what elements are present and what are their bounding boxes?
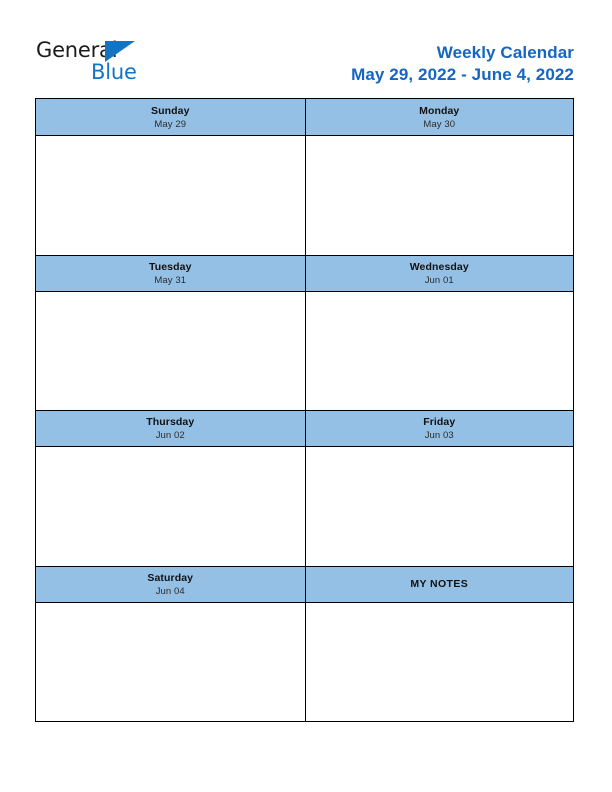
day-date: Jun 03 (424, 430, 454, 441)
title-block: Weekly Calendar May 29, 2022 - June 4, 2… (351, 42, 574, 86)
calendar-header-row: Saturday Jun 04 MY NOTES (36, 565, 574, 602)
notes-content[interactable] (304, 602, 573, 721)
day-date: Jun 04 (155, 585, 185, 597)
notes-label: MY NOTES (410, 578, 469, 590)
day-name: Saturday (147, 571, 194, 584)
day-date: Jun 02 (155, 430, 185, 441)
day-header-thursday[interactable]: Thursday Jun 02 (36, 411, 305, 446)
day-name: Monday (419, 104, 460, 117)
day-name: Tuesday (148, 260, 192, 273)
day-date: Jun 01 (424, 274, 454, 286)
day-content-tuesday[interactable] (36, 291, 305, 410)
day-name: Friday (423, 416, 456, 428)
date-range: May 29, 2022 - June 4, 2022 (351, 65, 574, 84)
day-name: Thursday (146, 416, 195, 428)
triangle-icon (105, 41, 135, 62)
calendar-header-row: Sunday May 29 Monday May 30 (36, 99, 573, 135)
general-blue-logo: General Blue (36, 38, 196, 86)
calendar-header-row: Thursday Jun 02 Friday Jun 03 (36, 410, 573, 446)
calendar-grid: Sunday May 29 Monday May 30 Tuesday May … (35, 98, 574, 722)
day-header-friday[interactable]: Friday Jun 03 (304, 411, 574, 446)
day-header-monday[interactable]: Monday May 30 (304, 99, 574, 135)
day-content-monday[interactable] (304, 136, 573, 255)
day-content-friday[interactable] (304, 447, 573, 566)
day-content-wednesday[interactable] (304, 291, 573, 410)
day-content-sunday[interactable] (36, 136, 305, 255)
calendar-body-row (36, 601, 573, 721)
calendar-header-row: Tuesday May 31 Wednesday Jun 01 (36, 254, 574, 291)
day-name: Sunday (150, 104, 190, 117)
page-header: General Blue Weekly Calendar May 29, 202… (0, 0, 612, 96)
page-title: Weekly Calendar (436, 43, 574, 62)
day-header-tuesday[interactable]: Tuesday May 31 (36, 256, 305, 291)
day-date: May 30 (423, 118, 456, 130)
calendar-body-row (36, 290, 573, 410)
day-header-wednesday[interactable]: Wednesday Jun 01 (304, 255, 574, 291)
logo-text-blue: Blue (91, 60, 137, 84)
day-name: Wednesday (409, 260, 469, 273)
notes-header[interactable]: MY NOTES (304, 566, 574, 602)
calendar-body-row (36, 446, 573, 566)
calendar-body-row (36, 135, 573, 255)
day-date: May 31 (154, 274, 187, 286)
calendar-page: General Blue Weekly Calendar May 29, 202… (0, 0, 612, 792)
day-content-thursday[interactable] (36, 447, 305, 566)
day-header-saturday[interactable]: Saturday Jun 04 (36, 567, 305, 602)
day-header-sunday[interactable]: Sunday May 29 (36, 99, 305, 135)
day-content-saturday[interactable] (36, 602, 305, 721)
day-date: May 29 (154, 118, 187, 130)
